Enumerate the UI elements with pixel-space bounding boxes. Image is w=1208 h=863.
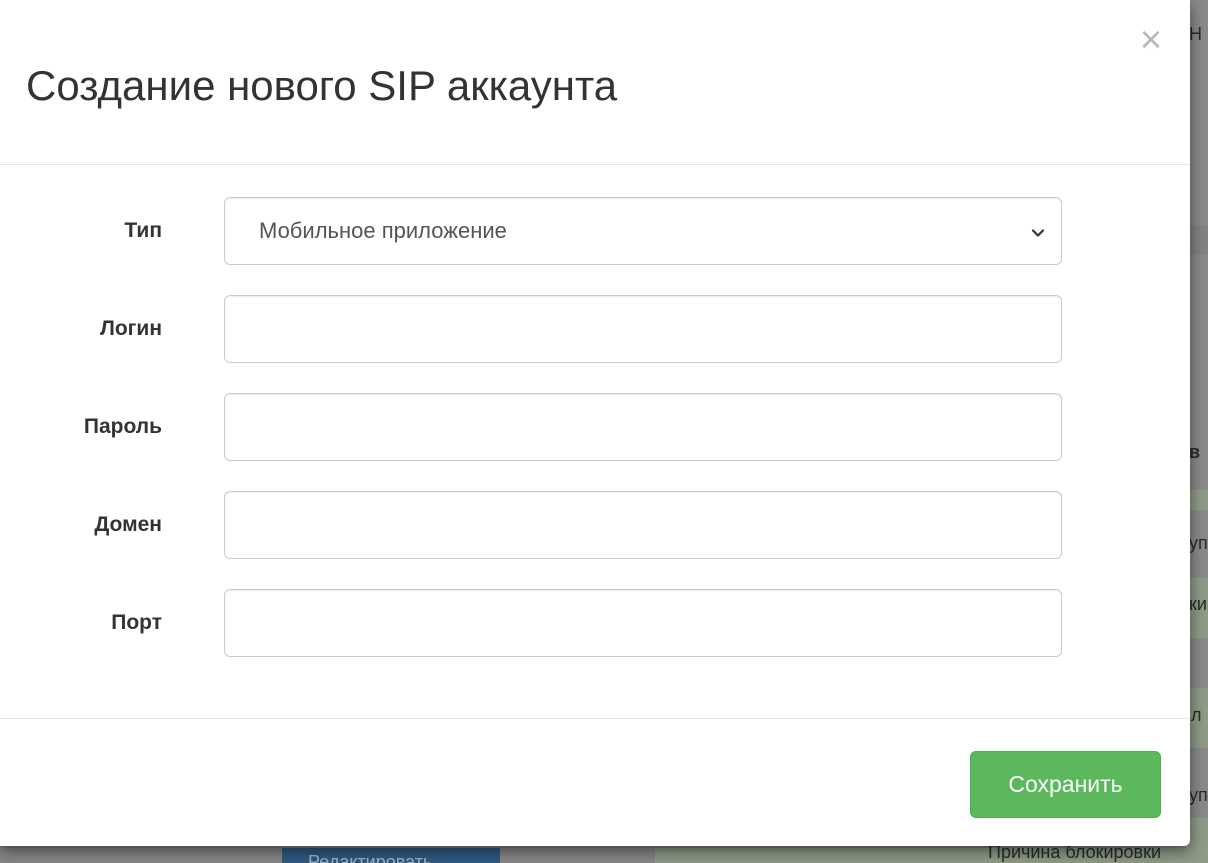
- sip-account-modal: Создание нового SIP аккаунта × Тип Мобил…: [0, 0, 1190, 846]
- modal-footer: Сохранить: [0, 719, 1190, 847]
- type-select-value: Мобильное приложение: [259, 218, 507, 243]
- background-text-fragment: уп: [1189, 533, 1208, 553]
- password-input[interactable]: [224, 393, 1062, 461]
- type-select[interactable]: Мобильное приложение: [224, 197, 1062, 265]
- background-text-fragment: ки: [1189, 594, 1207, 614]
- login-label: Логин: [100, 317, 162, 340]
- port-label: Порт: [111, 611, 162, 634]
- modal-header: Создание нового SIP аккаунта ×: [0, 0, 1190, 165]
- background-edit-button: Редактировать: [282, 848, 500, 863]
- domain-label: Домен: [94, 513, 162, 536]
- form-row-type: Тип Мобильное приложение: [0, 197, 1190, 265]
- background-text-fragment: в: [1189, 442, 1201, 462]
- form-row-password: Пароль: [0, 393, 1190, 461]
- close-button[interactable]: ×: [1136, 22, 1166, 58]
- chevron-down-icon: [1031, 229, 1045, 237]
- login-input[interactable]: [224, 295, 1062, 363]
- save-button[interactable]: Сохранить: [970, 751, 1161, 818]
- type-label: Тип: [124, 219, 162, 242]
- background-text-fragment: уп: [1189, 785, 1208, 805]
- domain-input[interactable]: [224, 491, 1062, 559]
- modal-body: Тип Мобильное приложение Логин Пароль До…: [0, 165, 1190, 719]
- form-row-login: Логин: [0, 295, 1190, 363]
- background-text-fragment: л: [1191, 705, 1202, 725]
- password-label: Пароль: [83, 415, 162, 438]
- form-row-port: Порт: [0, 589, 1190, 657]
- form-row-domain: Домен: [0, 491, 1190, 559]
- modal-title: Создание нового SIP аккаунта: [26, 62, 618, 109]
- port-input[interactable]: [224, 589, 1062, 657]
- background-text-fragment: Н: [1189, 24, 1202, 44]
